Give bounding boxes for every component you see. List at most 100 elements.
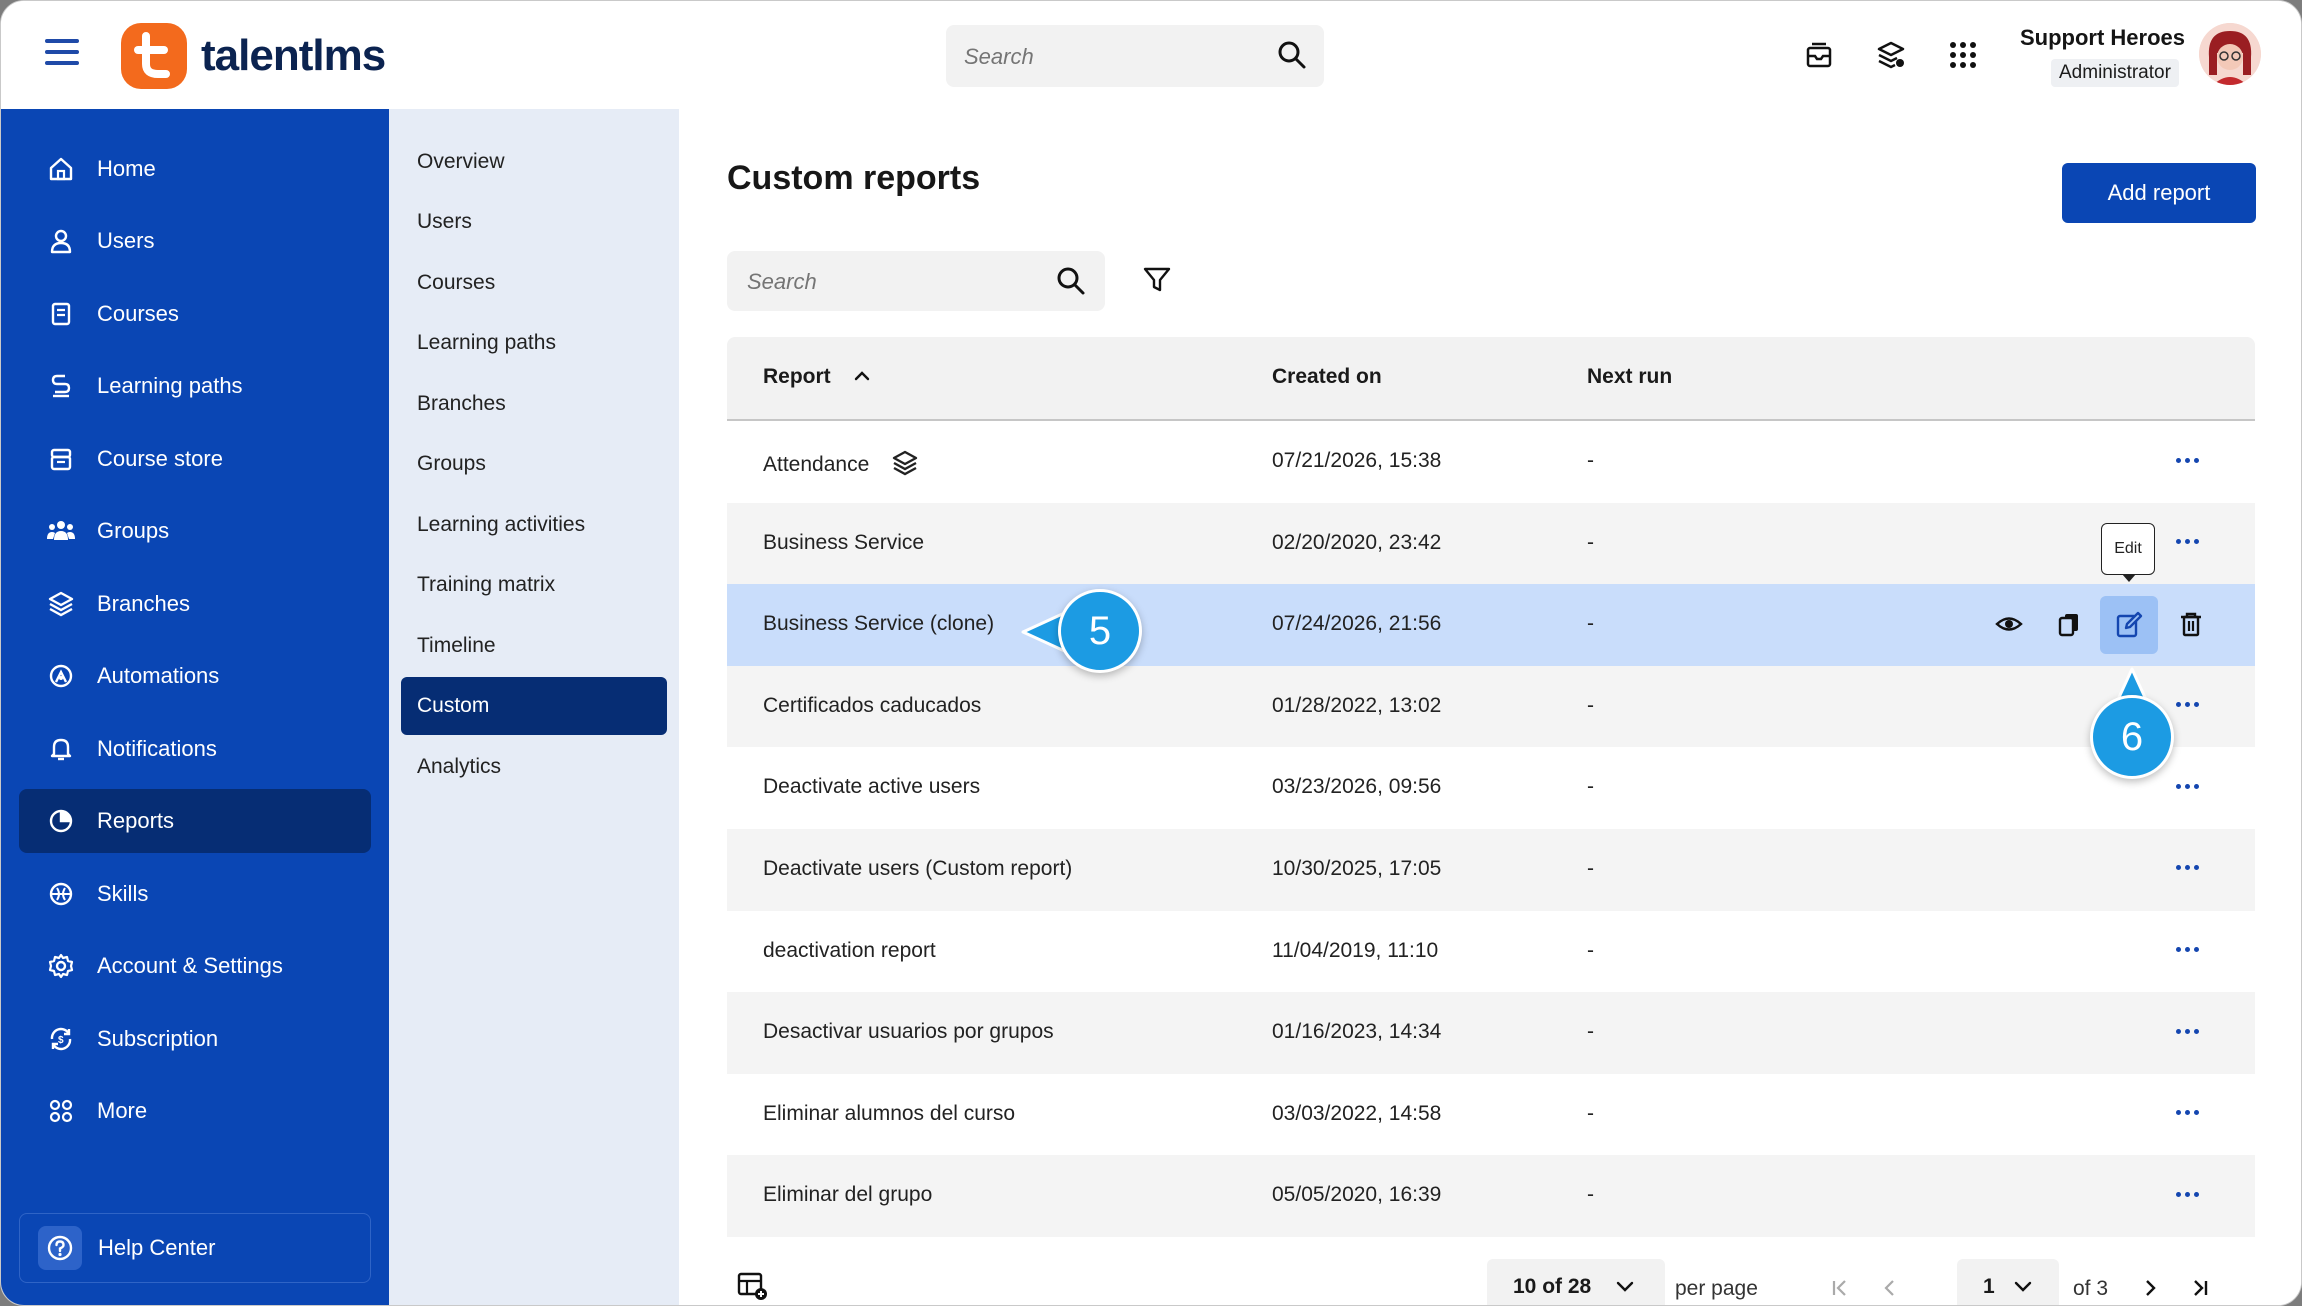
preview-icon[interactable] <box>1989 604 2029 644</box>
per-page-select[interactable]: 10 of 28 <box>1487 1259 1665 1305</box>
previous-page-icon[interactable] <box>1873 1271 1907 1305</box>
subnav-item-courses[interactable]: Courses <box>401 254 667 312</box>
subnav-item-users[interactable]: Users <box>401 193 667 251</box>
callout-badge-5: 5 <box>1058 589 1142 673</box>
report-name[interactable]: Deactivate active users <box>763 775 980 799</box>
more-actions-icon[interactable] <box>2169 525 2205 559</box>
clone-icon[interactable] <box>2049 604 2089 644</box>
page-count: of 3 <box>2073 1277 2109 1300</box>
sidebar-item-course-store[interactable]: Course store <box>19 427 371 491</box>
sidebar-item-label: Branches <box>97 591 190 616</box>
global-search-input[interactable] <box>962 25 1266 89</box>
sidebar-item-branches[interactable]: Branches <box>19 572 371 636</box>
report-name[interactable]: Attendance <box>763 449 919 477</box>
column-next-run[interactable]: Next run <box>1587 365 1672 389</box>
help-center-button[interactable]: Help Center <box>19 1213 371 1283</box>
next-run: - <box>1587 612 1594 636</box>
report-name[interactable]: deactivation report <box>763 939 936 963</box>
next-run: - <box>1587 938 1594 962</box>
next-run: - <box>1587 1020 1594 1044</box>
help-center-label: Help Center <box>98 1235 216 1260</box>
more-actions-icon[interactable] <box>2169 1014 2205 1048</box>
avatar[interactable] <box>2199 23 2261 85</box>
branches-switch-icon[interactable] <box>1871 35 1911 75</box>
report-name[interactable]: Desactivar usuarios por grupos <box>763 1020 1054 1044</box>
global-search[interactable] <box>946 25 1324 89</box>
logo[interactable]: talentlms <box>121 21 386 91</box>
table-row[interactable]: Deactivate users (Custom report) 10/30/2… <box>727 828 2255 911</box>
report-name[interactable]: Business Service (clone) <box>763 612 994 636</box>
edit-icon[interactable] <box>2100 596 2158 655</box>
messages-icon[interactable] <box>1799 35 1839 75</box>
table-row[interactable]: Business Service 02/20/2020, 23:42 - <box>727 502 2255 585</box>
column-report[interactable]: Report <box>763 365 871 389</box>
subnav-item-analytics[interactable]: Analytics <box>401 738 667 796</box>
sidebar-item-more[interactable]: More <box>19 1079 371 1143</box>
export-table-icon[interactable] <box>735 1269 769 1303</box>
report-name[interactable]: Eliminar del grupo <box>763 1183 932 1207</box>
subnav-item-learning-paths[interactable]: Learning paths <box>401 314 667 372</box>
last-page-icon[interactable] <box>2183 1271 2217 1305</box>
trash-icon[interactable] <box>2171 604 2211 644</box>
search-icon[interactable] <box>1055 265 1087 302</box>
table-row[interactable]: Deactivate active users 03/23/2026, 09:5… <box>727 747 2255 829</box>
search-icon[interactable] <box>1276 39 1308 76</box>
more-actions-icon[interactable] <box>2169 851 2205 885</box>
more-actions-icon[interactable] <box>2169 1177 2205 1211</box>
table-row[interactable]: deactivation report 11/04/2019, 11:10 - <box>727 910 2255 993</box>
sidebar-item-reports[interactable]: Reports <box>19 789 371 853</box>
sidebar-item-groups[interactable]: Groups <box>19 499 371 563</box>
more-actions-icon[interactable] <box>2169 1096 2205 1130</box>
report-name[interactable]: Eliminar alumnos del curso <box>763 1102 1015 1126</box>
reports-search-input[interactable] <box>745 251 1039 313</box>
sidebar-item-automations[interactable]: Automations <box>19 644 371 708</box>
report-name[interactable]: Deactivate users (Custom report) <box>763 857 1072 881</box>
report-name[interactable]: Business Service <box>763 531 924 555</box>
sidebar-item-notifications[interactable]: Notifications <box>19 717 371 781</box>
apps-grid-icon[interactable] <box>1943 35 1983 75</box>
sort-ascending-icon[interactable] <box>853 369 871 383</box>
filter-icon[interactable] <box>1142 265 1174 297</box>
sidebar-item-skills[interactable]: Skills <box>19 862 371 926</box>
next-page-icon[interactable] <box>2133 1271 2167 1305</box>
table-row[interactable]: Desactivar usuarios por grupos 01/16/202… <box>727 992 2255 1074</box>
table-row[interactable]: Eliminar del grupo 05/05/2020, 16:39 - <box>727 1155 2255 1237</box>
sidebar-item-courses[interactable]: Courses <box>19 282 371 346</box>
reports-search[interactable] <box>727 251 1105 313</box>
created-on: 10/30/2025, 17:05 <box>1272 856 1442 880</box>
sidebar-item-home[interactable]: Home <box>19 137 371 201</box>
sidebar-item-label: Groups <box>97 518 170 543</box>
report-name[interactable]: Certificados caducados <box>763 694 981 718</box>
subnav-item-custom[interactable]: Custom <box>401 677 667 735</box>
subnav-item-overview[interactable]: Overview <box>401 133 667 191</box>
page-select[interactable]: 1 <box>1957 1259 2059 1305</box>
table-row[interactable]: Attendance 07/21/2026, 15:38 - <box>727 421 2255 503</box>
more-actions-icon[interactable] <box>2169 443 2205 477</box>
sidebar-item-users[interactable]: Users <box>19 209 371 273</box>
bell-icon <box>45 733 77 765</box>
subnav-item-learning-activities[interactable]: Learning activities <box>401 496 667 554</box>
sidebar-item-label: More <box>97 1098 148 1123</box>
subnav-item-branches[interactable]: Branches <box>401 375 667 433</box>
subnav-item-timeline[interactable]: Timeline <box>401 617 667 675</box>
table-row[interactable]: Certificados caducados 01/28/2022, 13:02… <box>727 665 2255 748</box>
subnav-item-label: Overview <box>417 150 505 173</box>
created-on: 07/24/2026, 21:56 <box>1272 612 1442 636</box>
sidebar-item-label: Users <box>97 228 155 253</box>
table-row[interactable]: Eliminar alumnos del curso 03/03/2022, 1… <box>727 1073 2255 1156</box>
next-run: - <box>1587 1183 1594 1207</box>
table-row[interactable]: Business Service (clone) 07/24/2026, 21:… <box>727 584 2255 666</box>
subnav-item-groups[interactable]: Groups <box>401 435 667 493</box>
column-created-on[interactable]: Created on <box>1272 365 1382 389</box>
menu-icon[interactable] <box>45 39 79 71</box>
more-actions-icon[interactable] <box>2169 933 2205 967</box>
sidebar-item-learning-paths[interactable]: Learning paths <box>19 354 371 418</box>
subnav-item-training-matrix[interactable]: Training matrix <box>401 556 667 614</box>
sidebar-item-account-settings[interactable]: Account & Settings <box>19 934 371 998</box>
sidebar-item-subscription[interactable]: $ Subscription <box>19 1007 371 1071</box>
user-name[interactable]: Support Heroes <box>2001 25 2185 51</box>
automation-icon <box>45 660 77 692</box>
user-role-badge[interactable]: Administrator <box>2051 59 2179 87</box>
first-page-icon[interactable] <box>1823 1271 1857 1305</box>
add-report-button[interactable]: Add report <box>2062 163 2256 223</box>
